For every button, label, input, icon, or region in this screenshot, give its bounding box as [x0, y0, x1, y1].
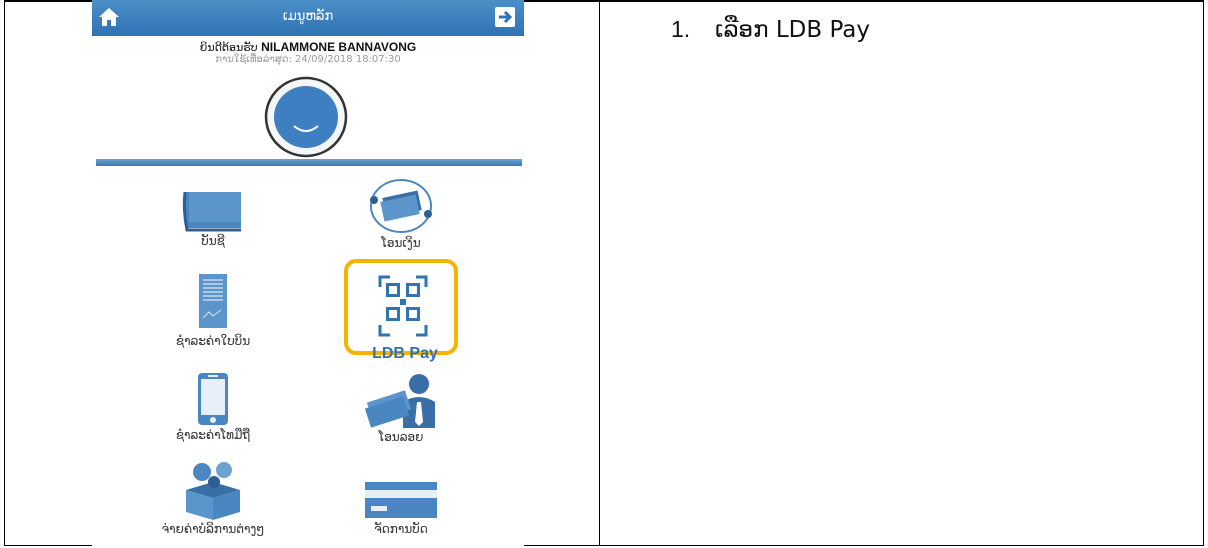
menu-item-service-payments[interactable]: ຈ່າຍຄ່າບໍລິການຕ່າງໆ [148, 460, 278, 536]
menu-label-floating-transfer: ໂອນລອຍ [378, 430, 424, 444]
menu-label-card-management: ຈັດການບັດ [374, 522, 428, 536]
menu-item-mobile-topup[interactable]: ຊຳລະຄ່າໂທມືຖື [148, 372, 278, 442]
last-login-text: ການໃຊ້ເທື່ອລ່າສຸດ: 24/09/2018 18:07:30 [215, 54, 401, 65]
phone-screenshot: ເມນູຫລັກ ຍິນດີຕ້ອນຮັບ NILAMMONE BANNAVON… [92, 0, 524, 548]
step-text: ເລືອກ LDB Pay [715, 17, 871, 43]
qr-code-icon [378, 275, 428, 337]
menu-label-ldb-pay: LDB Pay [372, 345, 438, 362]
menu-item-account[interactable]: ບັນຊີ [148, 190, 278, 248]
app-bar: ເມນູຫລັກ [92, 0, 524, 36]
menu-label-account: ບັນຊີ [201, 234, 225, 248]
bill-receipt-icon [199, 274, 227, 328]
app-title: ເມນູຫລັກ [282, 9, 334, 24]
services-box-icon [186, 462, 240, 520]
table-column-divider [599, 0, 600, 546]
header-separator [96, 159, 522, 166]
money-hand-icon [364, 374, 435, 428]
menu-label-mobile-topup: ຊຳລະຄ່າໂທມືຖື [175, 428, 251, 442]
menu-item-transfer[interactable]: ໂອນເງິນ [336, 178, 466, 250]
menu-label-service-payments: ຈ່າຍຄ່າບໍລິການຕ່າງໆ [161, 522, 265, 536]
account-book-icon [182, 191, 241, 232]
avatar [264, 76, 348, 158]
menu-label-bill-payment: ຊຳລະຄ່າໃບບິນ [175, 334, 251, 348]
menu-item-bill-payment[interactable]: ຊຳລະຄ່າໃບບິນ [148, 272, 278, 348]
menu-item-card-management[interactable]: ຈັດການບັດ [336, 480, 466, 536]
menu-label-transfer: ໂອນເງິນ [381, 236, 421, 250]
ldb-pay-highlight[interactable]: LDB Pay [344, 259, 458, 362]
card-icon [365, 482, 437, 518]
menu-item-floating-transfer[interactable]: ໂອນລອຍ [336, 372, 466, 444]
welcome-line: ຍິນດີຕ້ອນຮັບ NILAMMONE BANNAVONG [92, 40, 524, 54]
money-transfer-icon [370, 179, 432, 233]
instruction-step: 1. ເລືອກ LDB Pay [671, 16, 870, 43]
step-number: 1. [671, 16, 691, 42]
logout-icon[interactable] [494, 6, 516, 28]
user-name: NILAMMONE BANNAVONG [261, 40, 417, 54]
mobile-phone-icon [198, 373, 228, 425]
welcome-prefix: ຍິນດີຕ້ອນຮັບ [199, 41, 258, 54]
